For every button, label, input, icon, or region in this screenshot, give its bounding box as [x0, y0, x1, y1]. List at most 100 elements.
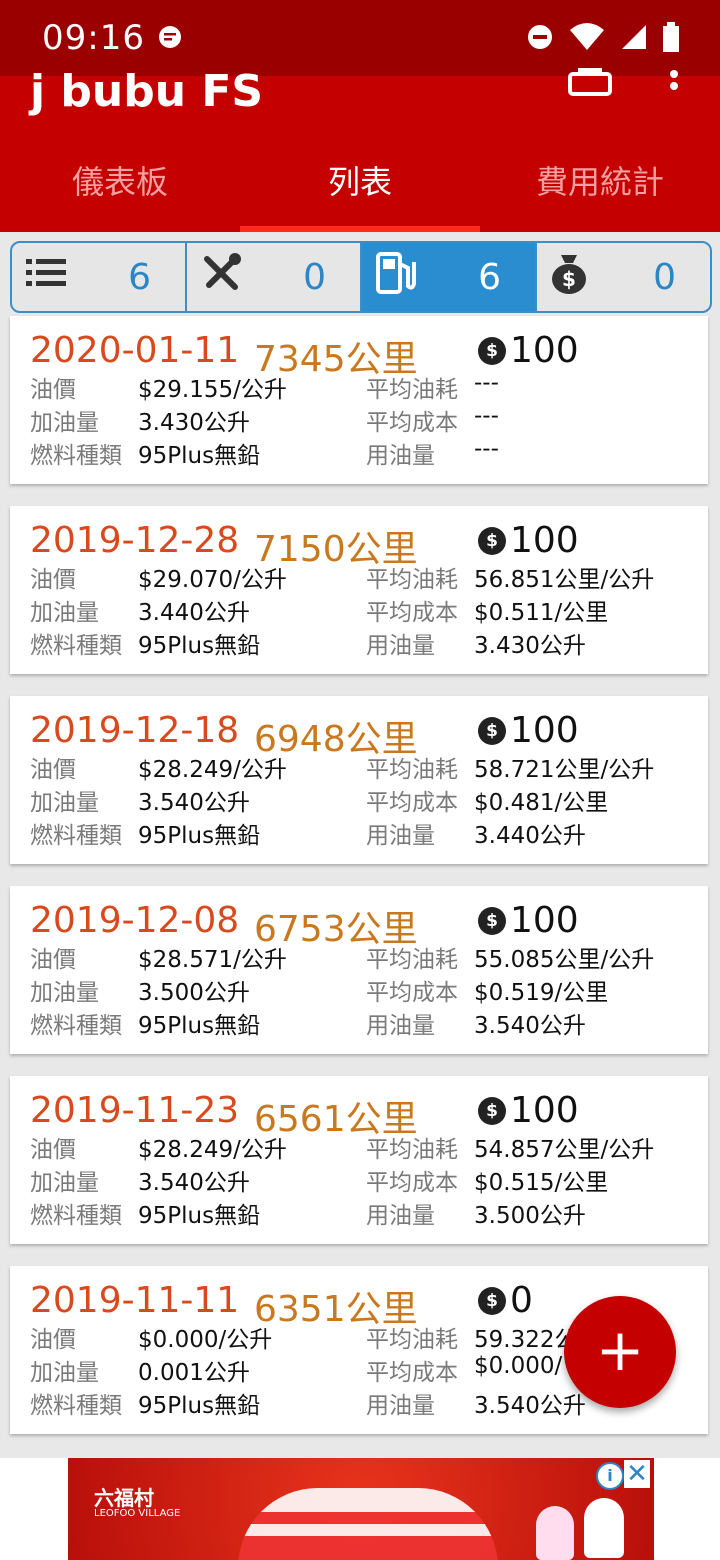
fuel-record-list: 2020-01-11 7345公里 $100 油價 $29.155/公升 平均油耗 --- 加…	[10, 316, 708, 1456]
value-fuel-used: ---	[474, 436, 499, 462]
ad-banner[interactable]: 六福村 LEOFOO VILLAGE i ✕	[0, 1458, 720, 1560]
label-avg-consumption: 平均油耗	[366, 377, 458, 403]
value-amount: 3.540公升	[138, 1170, 250, 1196]
label-amount: 加油量	[30, 600, 99, 626]
ad-image[interactable]: 六福村 LEOFOO VILLAGE i ✕	[68, 1458, 654, 1560]
fuel-pump-icon	[374, 250, 418, 305]
record-date: 2019-12-08	[30, 900, 240, 941]
record-cost: $100	[478, 520, 579, 561]
label-avg-consumption: 平均油耗	[366, 757, 458, 783]
label-amount: 加油量	[30, 790, 99, 816]
value-amount: 3.430公升	[138, 410, 250, 436]
tab-bar: 儀表板 列表 費用統計	[0, 152, 720, 232]
dollar-coin-icon: $	[478, 1286, 506, 1315]
value-avg-cost: $0.515/公里	[474, 1170, 609, 1196]
label-amount: 加油量	[30, 410, 99, 436]
dollar-coin-icon: $	[478, 336, 506, 365]
label-fuel-type: 燃料種類	[30, 1013, 122, 1039]
value-fuel-type: 95Plus無鉛	[138, 633, 261, 659]
fuel-record-card[interactable]: 2019-12-08 6753公里 $100 油價 $28.571/公升 平均油耗 55.0…	[10, 886, 708, 1054]
record-cost-value: 100	[510, 330, 579, 371]
value-amount: 3.500公升	[138, 980, 250, 1006]
label-amount: 加油量	[30, 1170, 99, 1196]
record-cost: $100	[478, 710, 579, 751]
label-fuel-type: 燃料種類	[30, 1203, 122, 1229]
ad-brand: 六福村	[94, 1486, 154, 1510]
value-avg-consumption: 59.322公	[474, 1327, 578, 1353]
fuel-record-card[interactable]: 2019-12-18 6948公里 $100 油價 $28.249/公升 平均油耗 58.7…	[10, 696, 708, 864]
value-price: $29.155/公升	[138, 377, 287, 403]
record-date: 2020-01-11	[30, 330, 240, 371]
status-icons	[526, 22, 680, 56]
record-date: 2019-12-18	[30, 710, 240, 751]
fuel-record-card[interactable]: 2019-12-28 7150公里 $100 油價 $29.070/公升 平均油耗 56.8…	[10, 506, 708, 674]
signal-icon	[620, 23, 648, 55]
dollar-coin-icon: $	[478, 906, 506, 935]
label-fuel-type: 燃料種類	[30, 633, 122, 659]
label-price: 油價	[30, 567, 76, 593]
label-fuel-type: 燃料種類	[30, 1393, 122, 1419]
tab-dashboard[interactable]: 儀表板	[0, 152, 240, 232]
filter-count: 0	[303, 256, 326, 298]
label-avg-cost: 平均成本	[366, 1360, 458, 1386]
filter-all[interactable]: 6	[12, 243, 187, 311]
label-fuel-used: 用油量	[366, 1393, 435, 1419]
svg-text:$: $	[562, 267, 576, 291]
do-not-disturb-icon	[526, 23, 554, 55]
tab-cost-stats[interactable]: 費用統計	[480, 152, 720, 232]
record-date: 2019-11-23	[30, 1090, 240, 1131]
ad-info-icon[interactable]: i	[596, 1462, 624, 1490]
label-avg-cost: 平均成本	[366, 1170, 458, 1196]
value-avg-consumption: 55.085公里/公升	[474, 947, 655, 973]
ad-close-icon[interactable]: ✕	[624, 1460, 650, 1488]
label-fuel-type: 燃料種類	[30, 823, 122, 849]
more-vert-icon[interactable]	[664, 70, 684, 104]
label-avg-consumption: 平均油耗	[366, 1327, 458, 1353]
label-fuel-used: 用油量	[366, 1203, 435, 1229]
value-price: $29.070/公升	[138, 567, 287, 593]
record-cost: $100	[478, 900, 579, 941]
value-fuel-used: 3.500公升	[474, 1203, 586, 1229]
value-price: $28.571/公升	[138, 947, 287, 973]
filter-maintenance[interactable]: 0	[187, 243, 362, 311]
value-avg-cost: $0.511/公里	[474, 600, 609, 626]
label-price: 油價	[30, 1327, 76, 1353]
filter-expense[interactable]: $ 0	[537, 243, 710, 311]
record-cost-value: 0	[510, 1280, 533, 1321]
record-cost-value: 100	[510, 520, 579, 561]
value-fuel-used: 3.540公升	[474, 1013, 586, 1039]
label-fuel-used: 用油量	[366, 1013, 435, 1039]
app-bar: j bubu FS 儀表板 列表 費用統計	[0, 66, 720, 232]
money-bag-icon: $	[549, 251, 589, 304]
label-avg-cost: 平均成本	[366, 980, 458, 1006]
label-avg-consumption: 平均油耗	[366, 567, 458, 593]
record-date: 2019-12-28	[30, 520, 240, 561]
value-price: $28.249/公升	[138, 757, 287, 783]
value-avg-consumption: 54.857公里/公升	[474, 1137, 655, 1163]
value-avg-cost: $0.481/公里	[474, 790, 609, 816]
filter-fuel[interactable]: 6	[362, 243, 537, 311]
battery-icon	[662, 22, 680, 56]
record-date: 2019-11-11	[30, 1280, 240, 1321]
filter-count: 6	[478, 256, 501, 298]
car-select-icon[interactable]	[568, 68, 612, 102]
value-fuel-used: 3.440公升	[474, 823, 586, 849]
label-price: 油價	[30, 947, 76, 973]
wifi-icon	[568, 22, 606, 56]
value-fuel-used: 3.540公升	[474, 1393, 586, 1419]
value-amount: 0.001公升	[138, 1360, 250, 1386]
value-amount: 3.440公升	[138, 600, 250, 626]
record-cost: $100	[478, 330, 579, 371]
label-fuel-used: 用油量	[366, 633, 435, 659]
label-fuel-type: 燃料種類	[30, 443, 122, 469]
fuel-record-card[interactable]: 2020-01-11 7345公里 $100 油價 $29.155/公升 平均油耗 --- 加…	[10, 316, 708, 484]
value-avg-cost: $0.519/公里	[474, 980, 609, 1006]
tab-list[interactable]: 列表	[240, 152, 480, 232]
label-amount: 加油量	[30, 980, 99, 1006]
record-cost: $0	[478, 1280, 533, 1321]
dollar-coin-icon: $	[478, 716, 506, 745]
value-fuel-type: 95Plus無鉛	[138, 443, 261, 469]
value-fuel-type: 95Plus無鉛	[138, 1393, 261, 1419]
fuel-record-card[interactable]: 2019-11-23 6561公里 $100 油價 $28.249/公升 平均油耗 54.8…	[10, 1076, 708, 1244]
add-record-button[interactable]: +	[564, 1296, 676, 1408]
